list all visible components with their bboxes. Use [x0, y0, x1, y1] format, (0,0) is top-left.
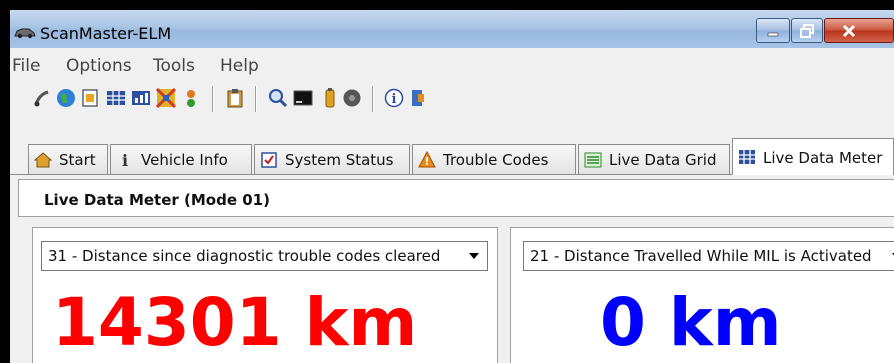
close-icon	[842, 24, 856, 38]
search-icon[interactable]	[268, 88, 288, 108]
tab-trouble-codes[interactable]: Trouble Codes	[412, 144, 576, 174]
maximize-button[interactable]	[791, 18, 823, 43]
home-icon	[34, 152, 52, 168]
table-icon	[739, 150, 755, 164]
restore-icon	[800, 24, 814, 38]
tab-system-status-label: System Status	[285, 151, 394, 169]
close-button[interactable]	[824, 18, 894, 43]
tab-system-status[interactable]: System Status	[254, 144, 410, 174]
pid-select-right[interactable]: 21 - Distance Travelled While MIL is Act…	[523, 241, 894, 271]
tab-start[interactable]: Start	[28, 144, 108, 174]
info-page-icon[interactable]	[80, 88, 100, 108]
tab-live-data-meter-label: Live Data Meter	[763, 149, 883, 167]
chevron-down-icon	[469, 253, 479, 259]
tab-live-data-grid[interactable]: Live Data Grid	[578, 144, 730, 174]
svg-text:i: i	[122, 151, 128, 169]
about-icon[interactable]: i	[384, 88, 404, 108]
sensor-icon[interactable]	[181, 88, 201, 108]
svg-text:i: i	[392, 92, 397, 107]
battery-icon[interactable]	[320, 88, 340, 108]
menu-bar: File Options Tools Help	[10, 50, 894, 78]
meter-panel-left: 31 - Distance since diagnostic trouble c…	[32, 227, 498, 363]
tab-content: Live Data Meter (Mode 01) 31 - Distance …	[10, 175, 894, 363]
checkbox-icon	[261, 152, 277, 168]
title-bar[interactable]: ScanMaster-ELM	[10, 10, 894, 48]
window-title: ScanMaster-ELM	[40, 24, 172, 43]
pid-select-left[interactable]: 31 - Distance since diagnostic trouble c…	[41, 241, 488, 271]
meter-panel-right: 21 - Distance Travelled While MIL is Act…	[510, 227, 894, 363]
globe-icon[interactable]	[56, 88, 76, 108]
warning-icon	[418, 151, 436, 168]
menu-options[interactable]: Options	[66, 56, 132, 76]
toolbar: i	[10, 78, 894, 118]
menu-file[interactable]: File	[12, 56, 40, 76]
toolbar-separator	[372, 86, 374, 112]
tab-bar: Start i Vehicle Info System Status Troub…	[10, 136, 894, 175]
tab-start-label: Start	[59, 151, 96, 169]
list-icon	[584, 152, 602, 168]
minimize-icon	[767, 32, 779, 37]
map-icon[interactable]	[156, 88, 176, 108]
tab-vehicle-info-label: Vehicle Info	[141, 151, 228, 169]
connect-icon[interactable]	[32, 88, 52, 108]
disc-icon[interactable]	[342, 88, 362, 108]
tab-trouble-codes-label: Trouble Codes	[443, 151, 549, 169]
app-window: ScanMaster-ELM File Options Tools Help i	[10, 10, 894, 363]
info-icon: i	[122, 151, 128, 169]
page-title: Live Data Meter (Mode 01)	[44, 191, 270, 209]
pid-select-right-value: 21 - Distance Travelled While MIL is Act…	[530, 247, 872, 265]
minimize-button[interactable]	[756, 18, 790, 43]
tab-live-data-meter[interactable]: Live Data Meter	[732, 138, 894, 175]
terminal-icon[interactable]	[293, 88, 313, 108]
exit-icon[interactable]	[408, 88, 428, 108]
tab-vehicle-info[interactable]: i Vehicle Info	[110, 144, 252, 174]
toolbar-separator	[255, 86, 257, 112]
car-scanner-icon	[14, 28, 36, 39]
clipboard-icon[interactable]	[225, 88, 245, 108]
menu-help[interactable]: Help	[220, 56, 259, 76]
toolbar-separator	[212, 86, 214, 112]
grid-icon[interactable]	[106, 88, 126, 108]
header-panel: Live Data Meter (Mode 01)	[18, 179, 894, 217]
meter-value-left: 14301 km	[52, 284, 418, 361]
meter-value-right: 0 km	[600, 284, 782, 361]
tab-live-data-grid-label: Live Data Grid	[609, 151, 717, 169]
pid-select-left-value: 31 - Distance since diagnostic trouble c…	[48, 247, 441, 265]
menu-tools[interactable]: Tools	[153, 56, 195, 76]
chart-icon[interactable]	[131, 88, 151, 108]
